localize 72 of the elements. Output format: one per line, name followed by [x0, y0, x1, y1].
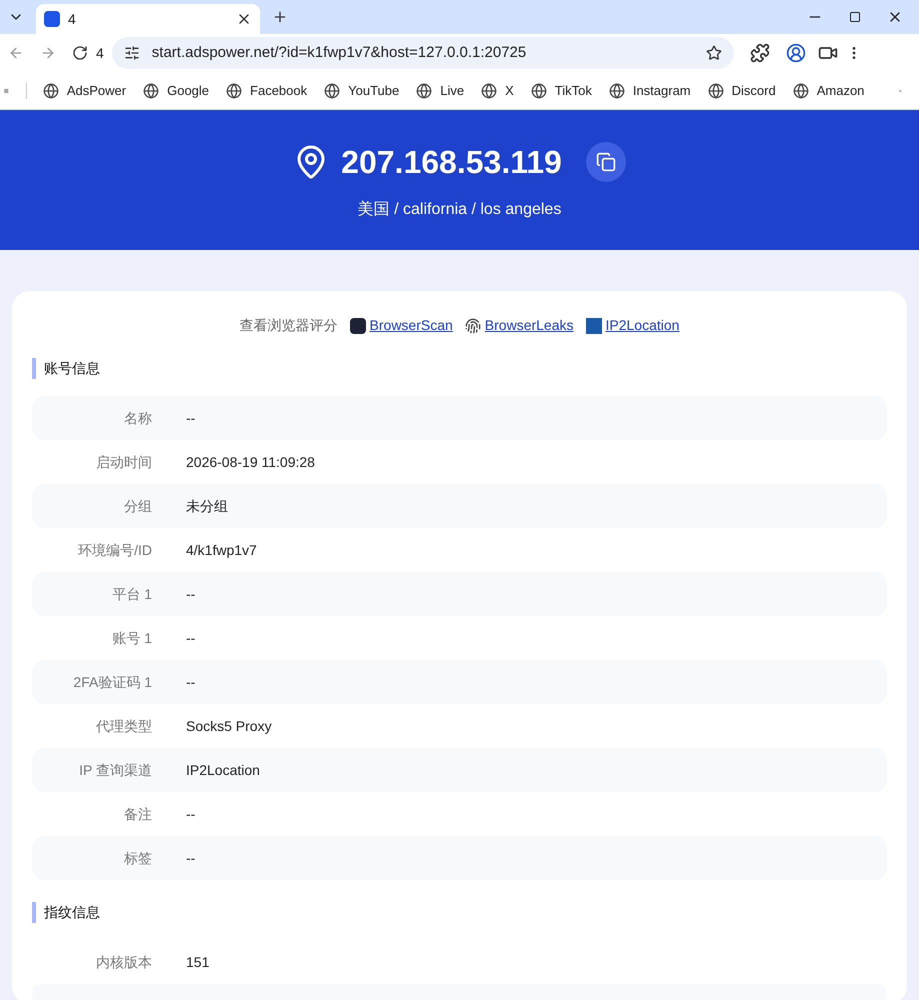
bookmark-item[interactable]: Instagram: [608, 80, 691, 100]
bookmark-item[interactable]: X: [481, 80, 514, 100]
field-label: 环境编号/ID: [77, 540, 152, 560]
field-value: --: [186, 848, 196, 868]
field-label: 内核版本: [95, 952, 152, 972]
tab-title: 4: [68, 10, 77, 29]
field-label: 代理类型: [95, 716, 152, 736]
globe-icon: [481, 82, 498, 98]
location-text: 美国 / california / los angeles: [358, 200, 562, 220]
bookmark-item[interactable]: Amazon: [792, 80, 864, 100]
globe-icon: [530, 82, 547, 98]
url-text: start.adspower.net/?id=k1fwp1v7&host=127.0.0.1:20725: [152, 42, 528, 63]
bookmark-item[interactable]: Live: [416, 80, 464, 100]
section-title: 指纹信息: [32, 902, 887, 923]
bookmark-item[interactable]: AdsPower: [42, 80, 126, 100]
bookmark-item[interactable]: Google: [143, 80, 210, 100]
globe-icon: [708, 82, 724, 98]
field-label: 备注: [123, 804, 152, 824]
field-label: 标签: [123, 848, 152, 868]
tab-favicon-icon: [44, 11, 60, 27]
field-value: --: [186, 584, 196, 604]
field-label: 名称: [123, 408, 152, 428]
extensions-icon[interactable]: [750, 43, 770, 63]
field-label: 账号 1: [111, 628, 152, 648]
tab-count: 4: [96, 44, 104, 63]
section-title: 账号信息: [32, 358, 887, 379]
reload-icon[interactable]: [72, 45, 88, 61]
score-link[interactable]: BrowserLeaks: [484, 315, 574, 336]
bookmark-item[interactable]: Facebook: [226, 80, 308, 100]
site-info-icon[interactable]: [124, 45, 140, 61]
globe-icon: [324, 82, 340, 98]
field-value: 4/k1fwp1v7: [186, 540, 257, 560]
field-label: IP 查询渠道: [78, 760, 152, 780]
score-label: 查看浏览器评分: [240, 316, 338, 335]
field-value: IP2Location: [186, 760, 260, 780]
field-value: 未分组: [186, 496, 228, 516]
field-label: 分组: [123, 496, 152, 516]
copy-button[interactable]: [586, 142, 626, 182]
field-value: 2026-08-19 11:09:28: [186, 452, 315, 472]
bookmark-star-icon[interactable]: [706, 45, 722, 61]
new-tab-icon[interactable]: [272, 9, 288, 25]
globe-icon: [792, 82, 809, 98]
field-label: 平台 1: [111, 584, 152, 604]
forward-icon[interactable]: [40, 45, 56, 61]
field-label: 启动时间: [95, 452, 152, 472]
fingerprint-icon: [464, 318, 481, 334]
field-value: Socks5 Proxy: [186, 716, 272, 736]
profile-icon[interactable]: [786, 43, 806, 63]
address-bar[interactable]: start.adspower.net/?id=k1fwp1v7&host=127.0.0.1:20725: [112, 37, 734, 69]
bookmark-item[interactable]: YouTube: [324, 80, 400, 100]
browser-tab[interactable]: 4: [36, 4, 260, 34]
globe-icon: [608, 82, 625, 98]
bookmark-item[interactable]: TikTok: [530, 80, 592, 100]
globe-icon: [226, 82, 242, 98]
maximize-icon[interactable]: [849, 11, 861, 23]
field-value: --: [186, 408, 196, 428]
field-value: --: [186, 628, 196, 648]
field-label: 2FA验证码 1: [72, 672, 152, 692]
copy-icon: [596, 152, 616, 172]
globe-icon: [416, 82, 432, 98]
ip-logo-icon: [586, 318, 602, 334]
field-value: 151: [186, 952, 210, 972]
globe-icon: [42, 82, 59, 98]
field-value: --: [186, 804, 196, 824]
score-link[interactable]: IP2Location: [606, 315, 680, 336]
scan-logo-icon: [350, 318, 366, 334]
score-link[interactable]: BrowserScan: [370, 315, 453, 336]
bookmark-item[interactable]: Discord: [708, 80, 776, 100]
globe-icon: [143, 82, 160, 98]
back-icon[interactable]: [8, 45, 24, 61]
ip-address: 207.168.53.119: [341, 143, 562, 182]
field-value: --: [186, 672, 196, 692]
